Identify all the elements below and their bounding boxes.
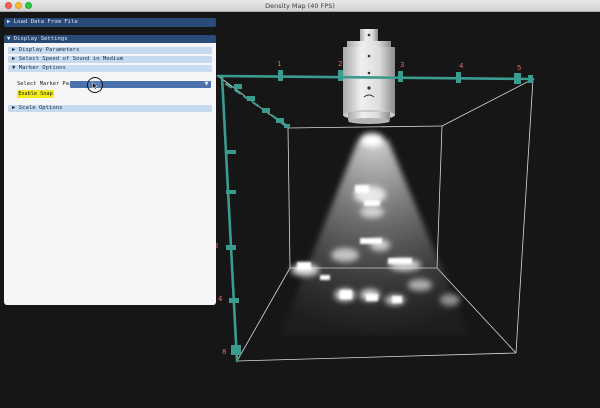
load-data-panel-header[interactable]: ▶ Load Data From File [4, 18, 216, 27]
window-titlebar: Density Map (40 FPS) [0, 0, 600, 12]
window-title: Density Map (40 FPS) [265, 2, 335, 10]
section-scale-options[interactable]: ▶ Scale Options [8, 105, 212, 112]
display-settings-title: ▼ Display Settings [7, 36, 68, 42]
tick-label-h5: 5 [517, 64, 521, 72]
load-data-label: ▶ Load Data From File [7, 19, 78, 25]
tick-label-h4: 4 [459, 62, 464, 70]
display-settings-header[interactable]: ▼ Display Settings [4, 35, 216, 43]
mouse-pointer-icon [92, 82, 99, 90]
tick-label-v2: 4 [218, 295, 223, 303]
section-display-parameters[interactable]: ▶ Display Parameters [8, 47, 212, 54]
chevron-down-icon: ▼ [204, 81, 209, 87]
section-speed-of-sound[interactable]: ▶ Select Speed of Sound in Medium [8, 56, 212, 63]
sonar-beam [280, 133, 470, 335]
horizontal-tick-labels: 1 2 3 4 5 [277, 60, 521, 72]
tick-label-h1: 1 [277, 60, 281, 68]
tick-label-v3: 8 [222, 348, 226, 356]
display-settings-panel: ▼ Display Settings ▶ Display Parameters … [4, 35, 216, 305]
tick-label-h3: 3 [400, 61, 404, 69]
marker-pair-label: Select Marker Pair [17, 81, 76, 87]
section-marker-options[interactable]: ▼ Marker Options [8, 65, 212, 72]
tick-label-h2: 2 [338, 60, 342, 68]
enable-snap-button[interactable]: Enable Snap [17, 90, 54, 98]
